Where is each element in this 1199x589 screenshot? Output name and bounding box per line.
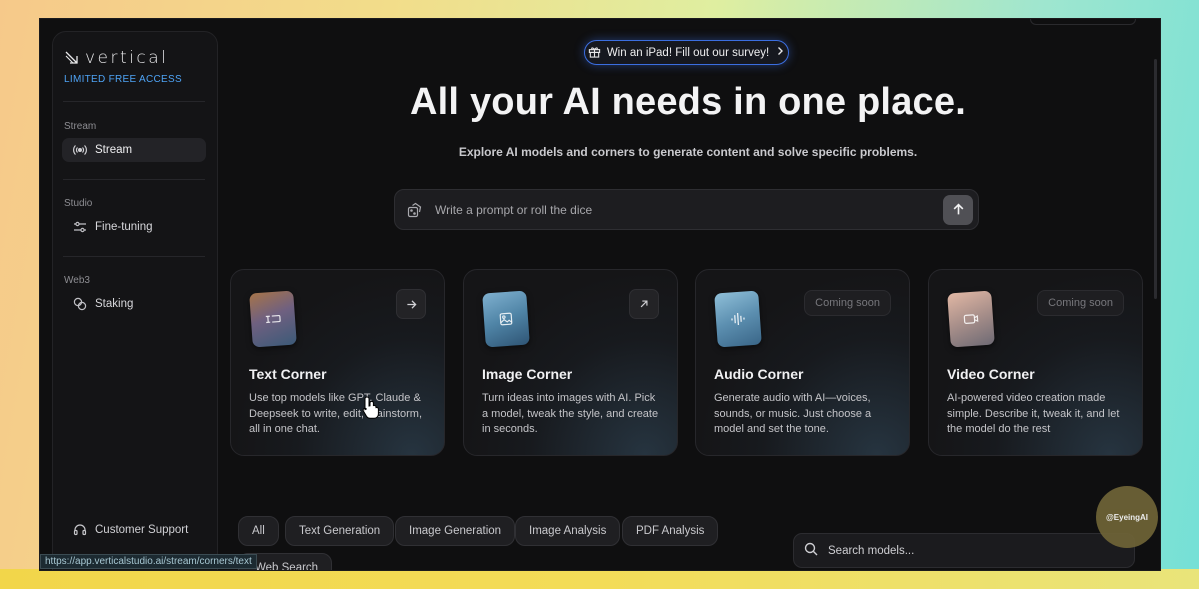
prompt-bar [394,189,979,230]
waveform-icon [731,312,745,326]
corner-card-video[interactable]: Coming soon Video Corner AI-powered vide… [928,269,1143,456]
card-description: Turn ideas into images with AI. Pick a m… [482,392,659,435]
chevron-right-icon [775,46,785,59]
card-description: Generate audio with AI—voices, sounds, o… [714,392,872,435]
sidebar-item-fine-tuning[interactable]: Fine-tuning [62,215,206,239]
filter-chip-image-analysis[interactable]: Image Analysis [515,516,621,546]
image-icon [499,312,513,326]
page-title: All your AI needs in one place. [410,81,966,123]
card-description: AI-powered video creation made simple. D… [947,392,1120,435]
filter-chip-all[interactable]: All [238,516,279,546]
coming-soon-badge: Coming soon [1037,290,1124,316]
corner-card-text[interactable]: Text Corner Use top models like GPT, Cla… [230,269,445,456]
text-cursor-icon [265,314,281,324]
card-title: Video Corner [947,366,1035,382]
card-title: Audio Corner [714,366,804,382]
gift-icon [588,45,601,61]
app-window: vertical LIMITED FREE ACCESS Stream Stre… [40,19,1160,570]
brand-name: vertical [85,48,169,68]
arrow-right-icon [406,299,417,309]
hand-pointer-cursor-icon [361,395,381,424]
brand-logo[interactable]: vertical [65,48,168,68]
sidebar-item-label: Staking [95,298,134,310]
sidebar-item-staking[interactable]: Staking [62,292,206,316]
sidebar-section-heading: Studio [64,198,93,209]
model-search-input[interactable] [828,544,1108,557]
sidebar-divider [63,256,205,257]
audio-corner-thumbnail [714,290,762,348]
sliders-icon [73,220,87,234]
open-image-corner-button[interactable] [629,289,659,319]
survey-banner[interactable]: Win an iPad! Fill out our survey! [584,40,789,65]
card-title: Image Corner [482,366,573,382]
video-corner-thumbnail [947,290,995,348]
image-corner-thumbnail [482,290,530,348]
dice-icon[interactable] [395,202,435,218]
video-icon [963,314,979,324]
watermark-badge: @EyeingAI [1096,486,1158,548]
page-subtitle: Explore AI models and corners to generat… [458,145,918,159]
corner-card-audio[interactable]: Coming soon Audio Corner Generate audio … [695,269,910,456]
card-title: Text Corner [249,366,327,382]
coins-icon [73,297,87,311]
coming-soon-badge: Coming soon [804,290,891,316]
customer-support-label: Customer Support [95,524,189,536]
prompt-input[interactable] [435,202,943,217]
text-corner-thumbnail [249,290,297,348]
model-search [793,533,1135,568]
video-frame-bottom-band [0,569,1199,589]
send-button[interactable] [943,194,973,225]
search-icon [804,542,818,559]
top-right-control [1030,19,1136,25]
card-description: Use top models like GPT, Claude & Deepse… [249,392,423,435]
arrow-up-right-icon [640,300,648,308]
headset-icon [73,523,87,537]
customer-support-link[interactable]: Customer Support [62,518,188,542]
filter-chip-pdf-analysis[interactable]: PDF Analysis [622,516,719,546]
sidebar-divider [63,179,205,180]
filter-chip-text-generation[interactable]: Text Generation [285,516,395,546]
sidebar-section-heading: Web3 [64,275,90,286]
status-bar-url: https://app.verticalstudio.ai/stream/cor… [40,554,257,569]
filter-chip-image-generation[interactable]: Image Generation [395,516,516,546]
corner-card-image[interactable]: Image Corner Turn ideas into images with… [463,269,678,456]
vertical-logo-icon [65,51,79,65]
arrow-up-icon [953,203,963,215]
open-text-corner-button[interactable] [396,289,426,319]
survey-banner-text: Win an iPad! Fill out our survey! [606,46,770,59]
sidebar-item-label: Fine-tuning [95,221,153,233]
